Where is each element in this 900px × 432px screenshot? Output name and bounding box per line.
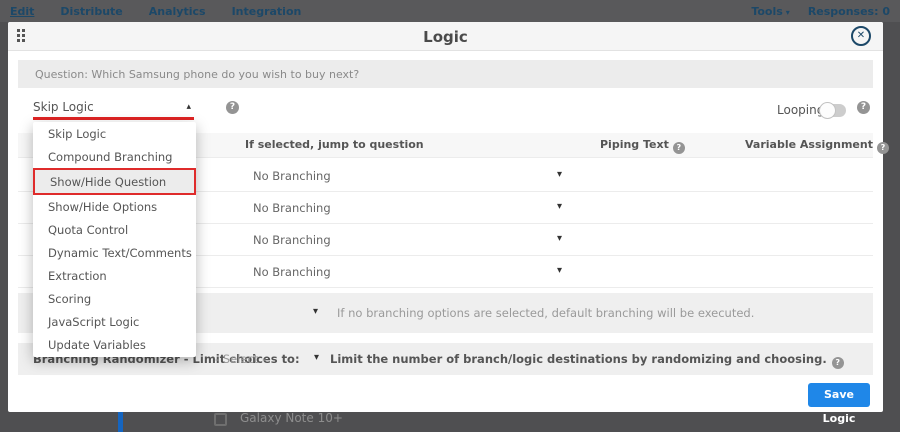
looping-help-icon[interactable]: ? [857, 101, 870, 114]
chevron-down-icon[interactable]: ▾ [557, 265, 562, 276]
jump-select[interactable]: No Branching [253, 169, 331, 183]
dropdown-item-javascript-logic[interactable]: JavaScript Logic [33, 311, 196, 334]
logic-type-dropdown: Skip Logic Compound Branching Show/Hide … [33, 122, 196, 357]
dropdown-item-scoring[interactable]: Scoring [33, 288, 196, 311]
randomizer-select[interactable]: - Select - [215, 352, 266, 366]
logic-modal: Logic ✕ Question: Which Samsung phone do… [8, 22, 883, 412]
dropdown-item-compound-branching[interactable]: Compound Branching [33, 145, 196, 168]
dropdown-item-update-variables[interactable]: Update Variables [33, 334, 196, 357]
nav-left: Edit Distribute Analytics Integration [10, 5, 751, 18]
variable-help-icon[interactable]: ? [877, 142, 889, 154]
jump-select[interactable]: No Branching [253, 265, 331, 279]
underlying-option-checkbox [214, 413, 227, 426]
nav-tab-distribute[interactable]: Distribute [60, 5, 122, 18]
modal-title: Logic [8, 28, 883, 46]
chevron-up-icon: ▴ [186, 102, 191, 112]
toggle-knob [819, 102, 836, 119]
column-header-jump: If selected, jump to question [245, 138, 424, 151]
modal-header: Logic ✕ [8, 22, 883, 51]
default-branching-note: If no branching options are selected, de… [337, 306, 754, 320]
randomizer-help-icon[interactable]: ? [832, 357, 844, 369]
underlying-question-accent-bar [118, 412, 123, 432]
looping-toggle[interactable] [822, 104, 846, 117]
save-logic-button[interactable]: Save Logic [808, 383, 870, 407]
top-navigation: Edit Distribute Analytics Integration To… [0, 0, 900, 22]
chevron-down-icon[interactable]: ▾ [557, 201, 562, 212]
nav-tab-edit[interactable]: Edit [10, 5, 34, 18]
underlying-option-label: Galaxy Note 10+ [240, 411, 343, 425]
question-text: Question: Which Samsung phone do you wis… [35, 68, 359, 81]
logic-type-help-icon[interactable]: ? [226, 101, 239, 114]
dropdown-item-show-hide-question[interactable]: Show/Hide Question [33, 168, 196, 195]
responses-count: Responses: 0 [808, 5, 890, 18]
nav-tab-integration[interactable]: Integration [232, 5, 302, 18]
randomizer-note: Limit the number of branch/logic destina… [330, 352, 844, 369]
jump-select[interactable]: No Branching [253, 233, 331, 247]
looping-label: Looping [777, 103, 824, 117]
logic-type-selected-value: Skip Logic [33, 100, 94, 114]
dropdown-item-show-hide-options[interactable]: Show/Hide Options [33, 195, 196, 218]
jump-select[interactable]: No Branching [253, 201, 331, 215]
screen: Edit Distribute Analytics Integration To… [0, 0, 900, 432]
dropdown-item-extraction[interactable]: Extraction [33, 265, 196, 288]
chevron-down-icon[interactable]: ▾ [557, 233, 562, 244]
close-icon[interactable]: ✕ [851, 26, 871, 46]
chevron-down-icon[interactable]: ▾ [557, 169, 562, 180]
question-bar: Question: Which Samsung phone do you wis… [18, 60, 873, 88]
dropdown-item-dynamic-text-comments[interactable]: Dynamic Text/Comments [33, 241, 196, 264]
dropdown-item-skip-logic[interactable]: Skip Logic [33, 122, 196, 145]
tutorial-highlight-underline [33, 117, 194, 120]
chevron-down-icon: ▾ [786, 8, 790, 17]
tools-menu[interactable]: Tools▾ [751, 5, 790, 18]
chevron-down-icon[interactable]: ▾ [313, 306, 318, 317]
piping-help-icon[interactable]: ? [673, 142, 685, 154]
dropdown-item-quota-control[interactable]: Quota Control [33, 218, 196, 241]
nav-right: Tools▾ Responses: 0 [751, 5, 890, 18]
column-header-piping: Piping Text? [600, 138, 685, 154]
chevron-down-icon[interactable]: ▾ [314, 352, 319, 363]
nav-tab-analytics[interactable]: Analytics [149, 5, 206, 18]
column-header-variable: Variable Assignment? [745, 138, 889, 154]
